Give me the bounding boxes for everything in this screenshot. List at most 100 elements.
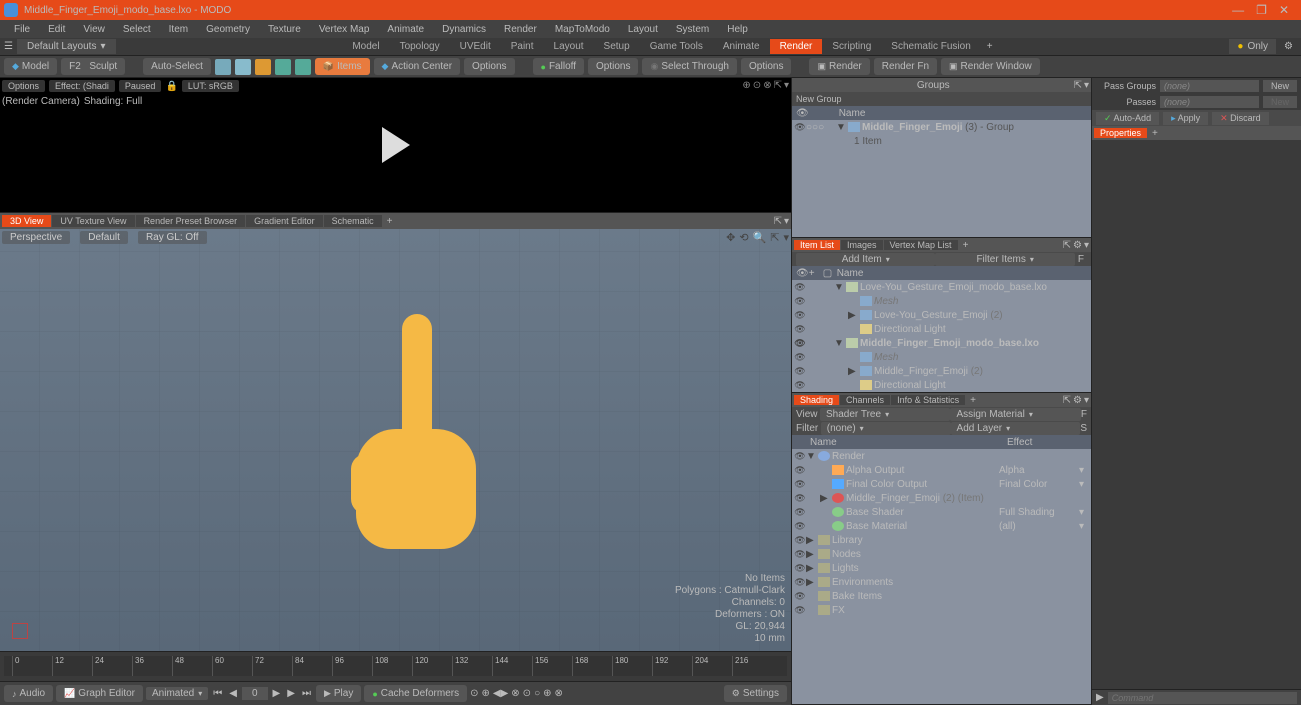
shading-row[interactable]: 👁Base ShaderFull Shading▾ — [792, 505, 1091, 519]
itemlist-row[interactable]: 👁Mesh — [792, 350, 1091, 364]
iltab-images[interactable]: Images — [841, 240, 883, 250]
options-button-3[interactable]: Options — [741, 58, 791, 75]
add-vtab-icon[interactable]: + — [383, 216, 397, 227]
il-f-icon[interactable]: F — [1075, 254, 1087, 265]
goto-end-icon[interactable]: ⏭ — [300, 688, 313, 699]
bb-icon-7[interactable]: ⊕ — [543, 688, 551, 699]
tab-layout[interactable]: Layout — [544, 39, 594, 54]
vp-rotate-icon[interactable]: ⟲ — [739, 231, 748, 244]
shtab-shading[interactable]: Shading — [794, 395, 839, 405]
newgroup-button[interactable]: New Group — [792, 92, 1091, 106]
prev-frame-icon[interactable]: ◀ — [227, 688, 239, 699]
tool-icon-2[interactable] — [235, 59, 251, 75]
actioncenter-button[interactable]: Action Center — [374, 58, 461, 75]
command-input[interactable] — [1108, 692, 1297, 704]
shading-row[interactable]: 👁Final Color OutputFinal Color▾ — [792, 477, 1091, 491]
add-shtab-icon[interactable]: + — [966, 395, 980, 406]
menu-file[interactable]: File — [6, 22, 38, 37]
model-button[interactable]: Model — [4, 58, 57, 75]
options-button-2[interactable]: Options — [588, 58, 638, 75]
next-frame-icon[interactable]: ▶ — [271, 688, 283, 699]
menu-edit[interactable]: Edit — [40, 22, 73, 37]
play-icon[interactable]: ▶ — [285, 688, 297, 699]
apply-button[interactable]: Apply — [1163, 112, 1208, 125]
il-gear-icon[interactable]: ⚙ — [1073, 240, 1082, 251]
bb-icon-4[interactable]: ⊗ — [511, 688, 519, 699]
close-button[interactable]: ✕ — [1279, 3, 1289, 17]
tab-animate[interactable]: Animate — [713, 39, 770, 54]
tool-icon-1[interactable] — [215, 59, 231, 75]
itemlist-row[interactable]: 👁▶Love-You_Gesture_Emoji (2) — [792, 308, 1091, 322]
tab-render[interactable]: Render — [770, 39, 823, 54]
tab-scripting[interactable]: Scripting — [822, 39, 881, 54]
menu-view[interactable]: View — [75, 22, 113, 37]
animated-dropdown[interactable]: Animated — [146, 687, 208, 700]
addlayer-dropdown[interactable]: Add Layer — [951, 422, 1081, 435]
menu-render[interactable]: Render — [496, 22, 545, 37]
groups-dd-icon[interactable]: ▾ — [1084, 80, 1089, 91]
groups-max-icon[interactable]: ⇱ — [1074, 80, 1082, 91]
vp-maximize-icon[interactable]: ⇱ — [774, 216, 782, 227]
sh-s-icon[interactable]: S — [1080, 423, 1087, 434]
menu-dynamics[interactable]: Dynamics — [434, 22, 494, 37]
rp-effect[interactable]: Effect: (Shadi — [49, 80, 115, 92]
shading-row[interactable]: 👁▶Lights — [792, 561, 1091, 575]
play-render-icon[interactable] — [382, 127, 410, 163]
tool-icon-3[interactable] — [255, 59, 271, 75]
audio-button[interactable]: ♪ Audio — [4, 685, 53, 702]
il-dd-icon[interactable]: ▾ — [1084, 240, 1089, 251]
vp-raygl[interactable]: Ray GL: Off — [138, 231, 207, 244]
vp-perspective[interactable]: Perspective — [2, 231, 70, 244]
shtab-infostatistics[interactable]: Info & Statistics — [891, 395, 965, 405]
filteritems-dropdown[interactable]: Filter Items — [935, 253, 1074, 266]
discard-button[interactable]: Discard — [1212, 112, 1269, 125]
shading-row[interactable]: 👁FX — [792, 603, 1091, 617]
grapheditor-button[interactable]: 📈 Graph Editor — [56, 685, 143, 702]
shading-row[interactable]: 👁Base Material(all)▾ — [792, 519, 1091, 533]
maximize-button[interactable]: ❐ — [1256, 3, 1267, 17]
vp-max-icon[interactable]: ⇱ — [770, 231, 779, 244]
rp-icon-5[interactable]: ▾ — [784, 80, 789, 91]
rp-options[interactable]: Options — [2, 80, 45, 92]
items-button[interactable]: 📦 Items — [315, 58, 370, 75]
bb-icon-3[interactable]: ◀▶ — [493, 688, 508, 699]
add-prop-tab-icon[interactable]: + — [1148, 128, 1162, 139]
bb-icon-8[interactable]: ⊗ — [555, 688, 563, 699]
falloff-button[interactable]: Falloff — [533, 58, 585, 75]
filter-dropdown[interactable]: (none) — [821, 422, 951, 435]
lock-icon[interactable]: 🔒 — [165, 81, 177, 92]
minimize-button[interactable]: — — [1232, 3, 1244, 17]
vtab-renderpresetbrowser[interactable]: Render Preset Browser — [136, 215, 246, 227]
layout-dropdown[interactable]: Default Layouts▾ — [17, 39, 116, 54]
tool-icon-4[interactable] — [275, 59, 291, 75]
il-max-icon[interactable]: ⇱ — [1063, 240, 1071, 251]
axis-gizmo[interactable] — [12, 619, 32, 639]
autoadd-button[interactable]: Auto-Add — [1096, 112, 1159, 125]
assignmat-dropdown[interactable]: Assign Material — [950, 408, 1080, 421]
vtab-gradienteditor[interactable]: Gradient Editor — [246, 215, 323, 227]
timeline[interactable]: 0122436486072849610812013214415616818019… — [0, 651, 791, 681]
sh-f-icon[interactable]: F — [1081, 409, 1087, 420]
sh-max-icon[interactable]: ⇱ — [1063, 395, 1071, 406]
gear-icon[interactable]: ⚙ — [1280, 41, 1297, 52]
settings-button[interactable]: ⚙ Settings — [724, 685, 787, 702]
shading-row[interactable]: 👁Bake Items — [792, 589, 1091, 603]
shtab-channels[interactable]: Channels — [840, 395, 890, 405]
menu-vertexmap[interactable]: Vertex Map — [311, 22, 378, 37]
vtab-schematic[interactable]: Schematic — [324, 215, 382, 227]
menu-texture[interactable]: Texture — [260, 22, 309, 37]
menu-icon[interactable]: ☰ — [4, 41, 13, 52]
tab-paint[interactable]: Paint — [501, 39, 544, 54]
iltab-vertexmaplist[interactable]: Vertex Map List — [884, 240, 958, 250]
rp-shading[interactable]: Shading: Full — [84, 96, 142, 107]
bb-icon-1[interactable]: ⊙ — [470, 688, 478, 699]
vp-default[interactable]: Default — [80, 231, 128, 244]
vtab-3dview[interactable]: 3D View — [2, 215, 51, 227]
passes-dropdown[interactable]: (none) — [1160, 96, 1259, 108]
tab-model[interactable]: Model — [342, 39, 389, 54]
bb-icon-5[interactable]: ⊙ — [523, 688, 531, 699]
options-button-1[interactable]: Options — [464, 58, 514, 75]
tool-icon-5[interactable] — [295, 59, 311, 75]
itemlist-row[interactable]: 👁Directional Light — [792, 322, 1091, 336]
passes-new-button[interactable]: New — [1263, 96, 1297, 108]
